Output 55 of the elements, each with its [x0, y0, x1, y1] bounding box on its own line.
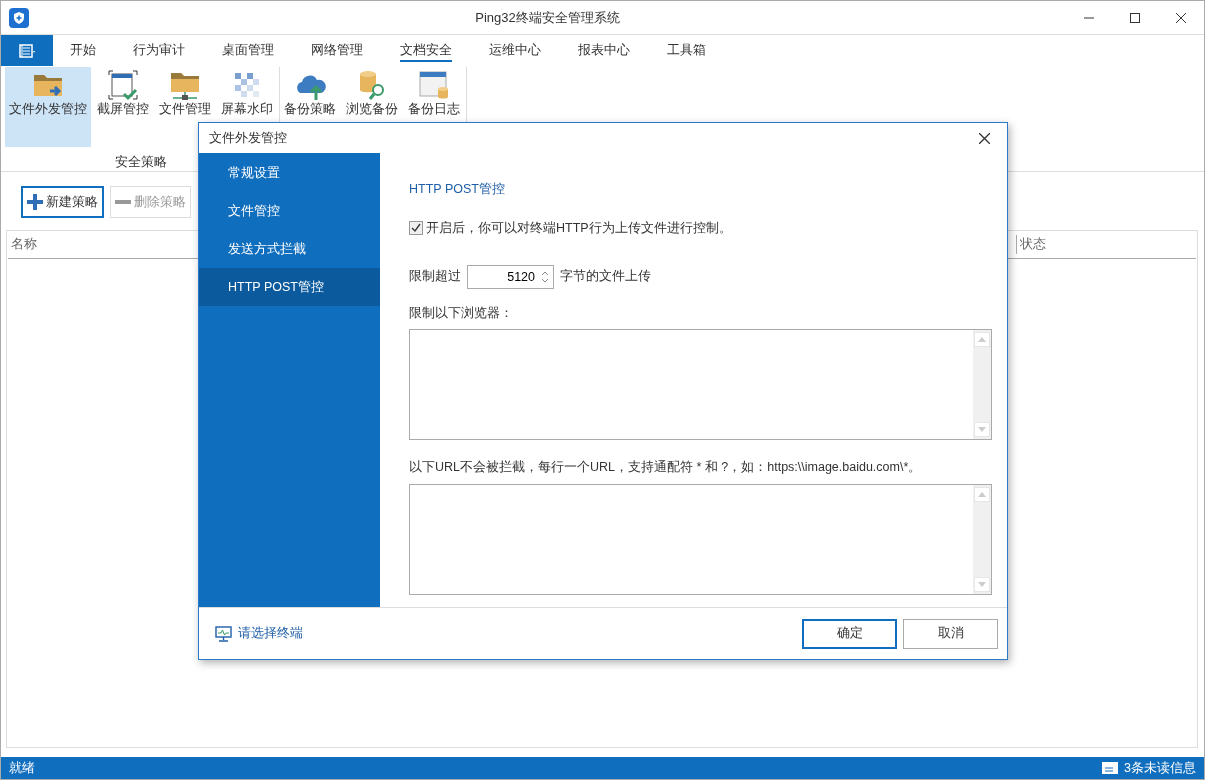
menu-tab[interactable]: 工具箱 — [650, 35, 726, 66]
scroll-down-icon[interactable] — [978, 427, 986, 433]
minus-icon — [115, 200, 131, 204]
sidebar-item[interactable]: 常规设置 — [199, 154, 380, 192]
window-database-icon — [418, 69, 450, 101]
menu-tab[interactable]: 文档安全 — [383, 35, 472, 66]
scroll-down-icon[interactable] — [978, 582, 986, 587]
menu-tab[interactable]: 行为审计 — [116, 35, 205, 66]
menu-tab[interactable]: 运维中心 — [472, 35, 561, 66]
dialog-title: 文件外发管控 — [209, 129, 288, 147]
list-icon — [19, 43, 35, 58]
menu-tab[interactable]: 报表中心 — [561, 35, 650, 66]
menu-tab[interactable]: 开始 — [53, 35, 116, 66]
sidebar-item[interactable]: 发送方式拦截 — [199, 230, 380, 268]
field-label: 限制以下浏览器： — [409, 304, 514, 322]
scrollbar[interactable] — [973, 330, 991, 440]
message-count[interactable]: 3条未读信息 — [1124, 758, 1196, 778]
maximize-icon — [1130, 12, 1140, 23]
ok-button[interactable]: 确定 — [802, 618, 897, 649]
toolbar-button[interactable]: 新建策略 — [21, 186, 104, 218]
section-heading: HTTP POST管控 — [409, 181, 506, 198]
column-header: 名称 — [10, 236, 38, 254]
window-title: Ping32终端安全管理系统 — [474, 8, 621, 27]
group-label: 安全策略 — [114, 154, 168, 171]
status-text: 就绪 — [9, 759, 35, 777]
text-area[interactable] — [409, 484, 992, 595]
sidebar-item[interactable]: 文件管控 — [199, 192, 380, 230]
checkbox[interactable] — [409, 221, 423, 236]
scroll-up-icon[interactable] — [978, 492, 986, 497]
text-area[interactable] — [409, 329, 992, 441]
ribbon-button[interactable]: 文件外发管控 — [5, 67, 91, 147]
menu-tab[interactable]: 网络管理 — [294, 35, 383, 66]
scroll-up-icon[interactable] — [978, 337, 986, 343]
limit-unit: 字节的文件上传 — [560, 268, 651, 286]
check-icon — [411, 223, 421, 234]
column-header: 状态 — [1016, 235, 1196, 254]
close-icon — [978, 132, 990, 144]
ribbon-button[interactable]: 截屏管控 — [93, 67, 153, 147]
cancel-button[interactable]: 取消 — [903, 618, 998, 649]
screenshot-check-icon — [107, 69, 139, 101]
monitor-icon[interactable] — [215, 625, 232, 642]
shield-icon — [9, 7, 29, 28]
number-field[interactable]: 5120 — [467, 264, 554, 289]
menu-tab[interactable]: 桌面管理 — [205, 35, 294, 66]
plus-icon — [27, 194, 43, 210]
message-icon — [1101, 762, 1118, 774]
field-label: 以下URL不会被拦截，每行一个URL，支持通配符 * 和 ?，如：https:\\image.baidu.com\*。 — [409, 459, 923, 477]
scrollbar[interactable] — [973, 485, 991, 594]
limit-label: 限制超过 — [409, 268, 461, 286]
close-icon — [1176, 12, 1186, 23]
sidebar-item[interactable]: HTTP POST管控 — [199, 268, 380, 306]
select-terminal-link[interactable]: 请选择终端 — [238, 624, 303, 643]
spinner-arrows-icon[interactable] — [541, 269, 549, 284]
checkbox-label: 开启后，你可以对终端HTTP行为上传文件进行控制。 — [426, 219, 732, 237]
app-menu-button[interactable] — [1, 35, 53, 66]
